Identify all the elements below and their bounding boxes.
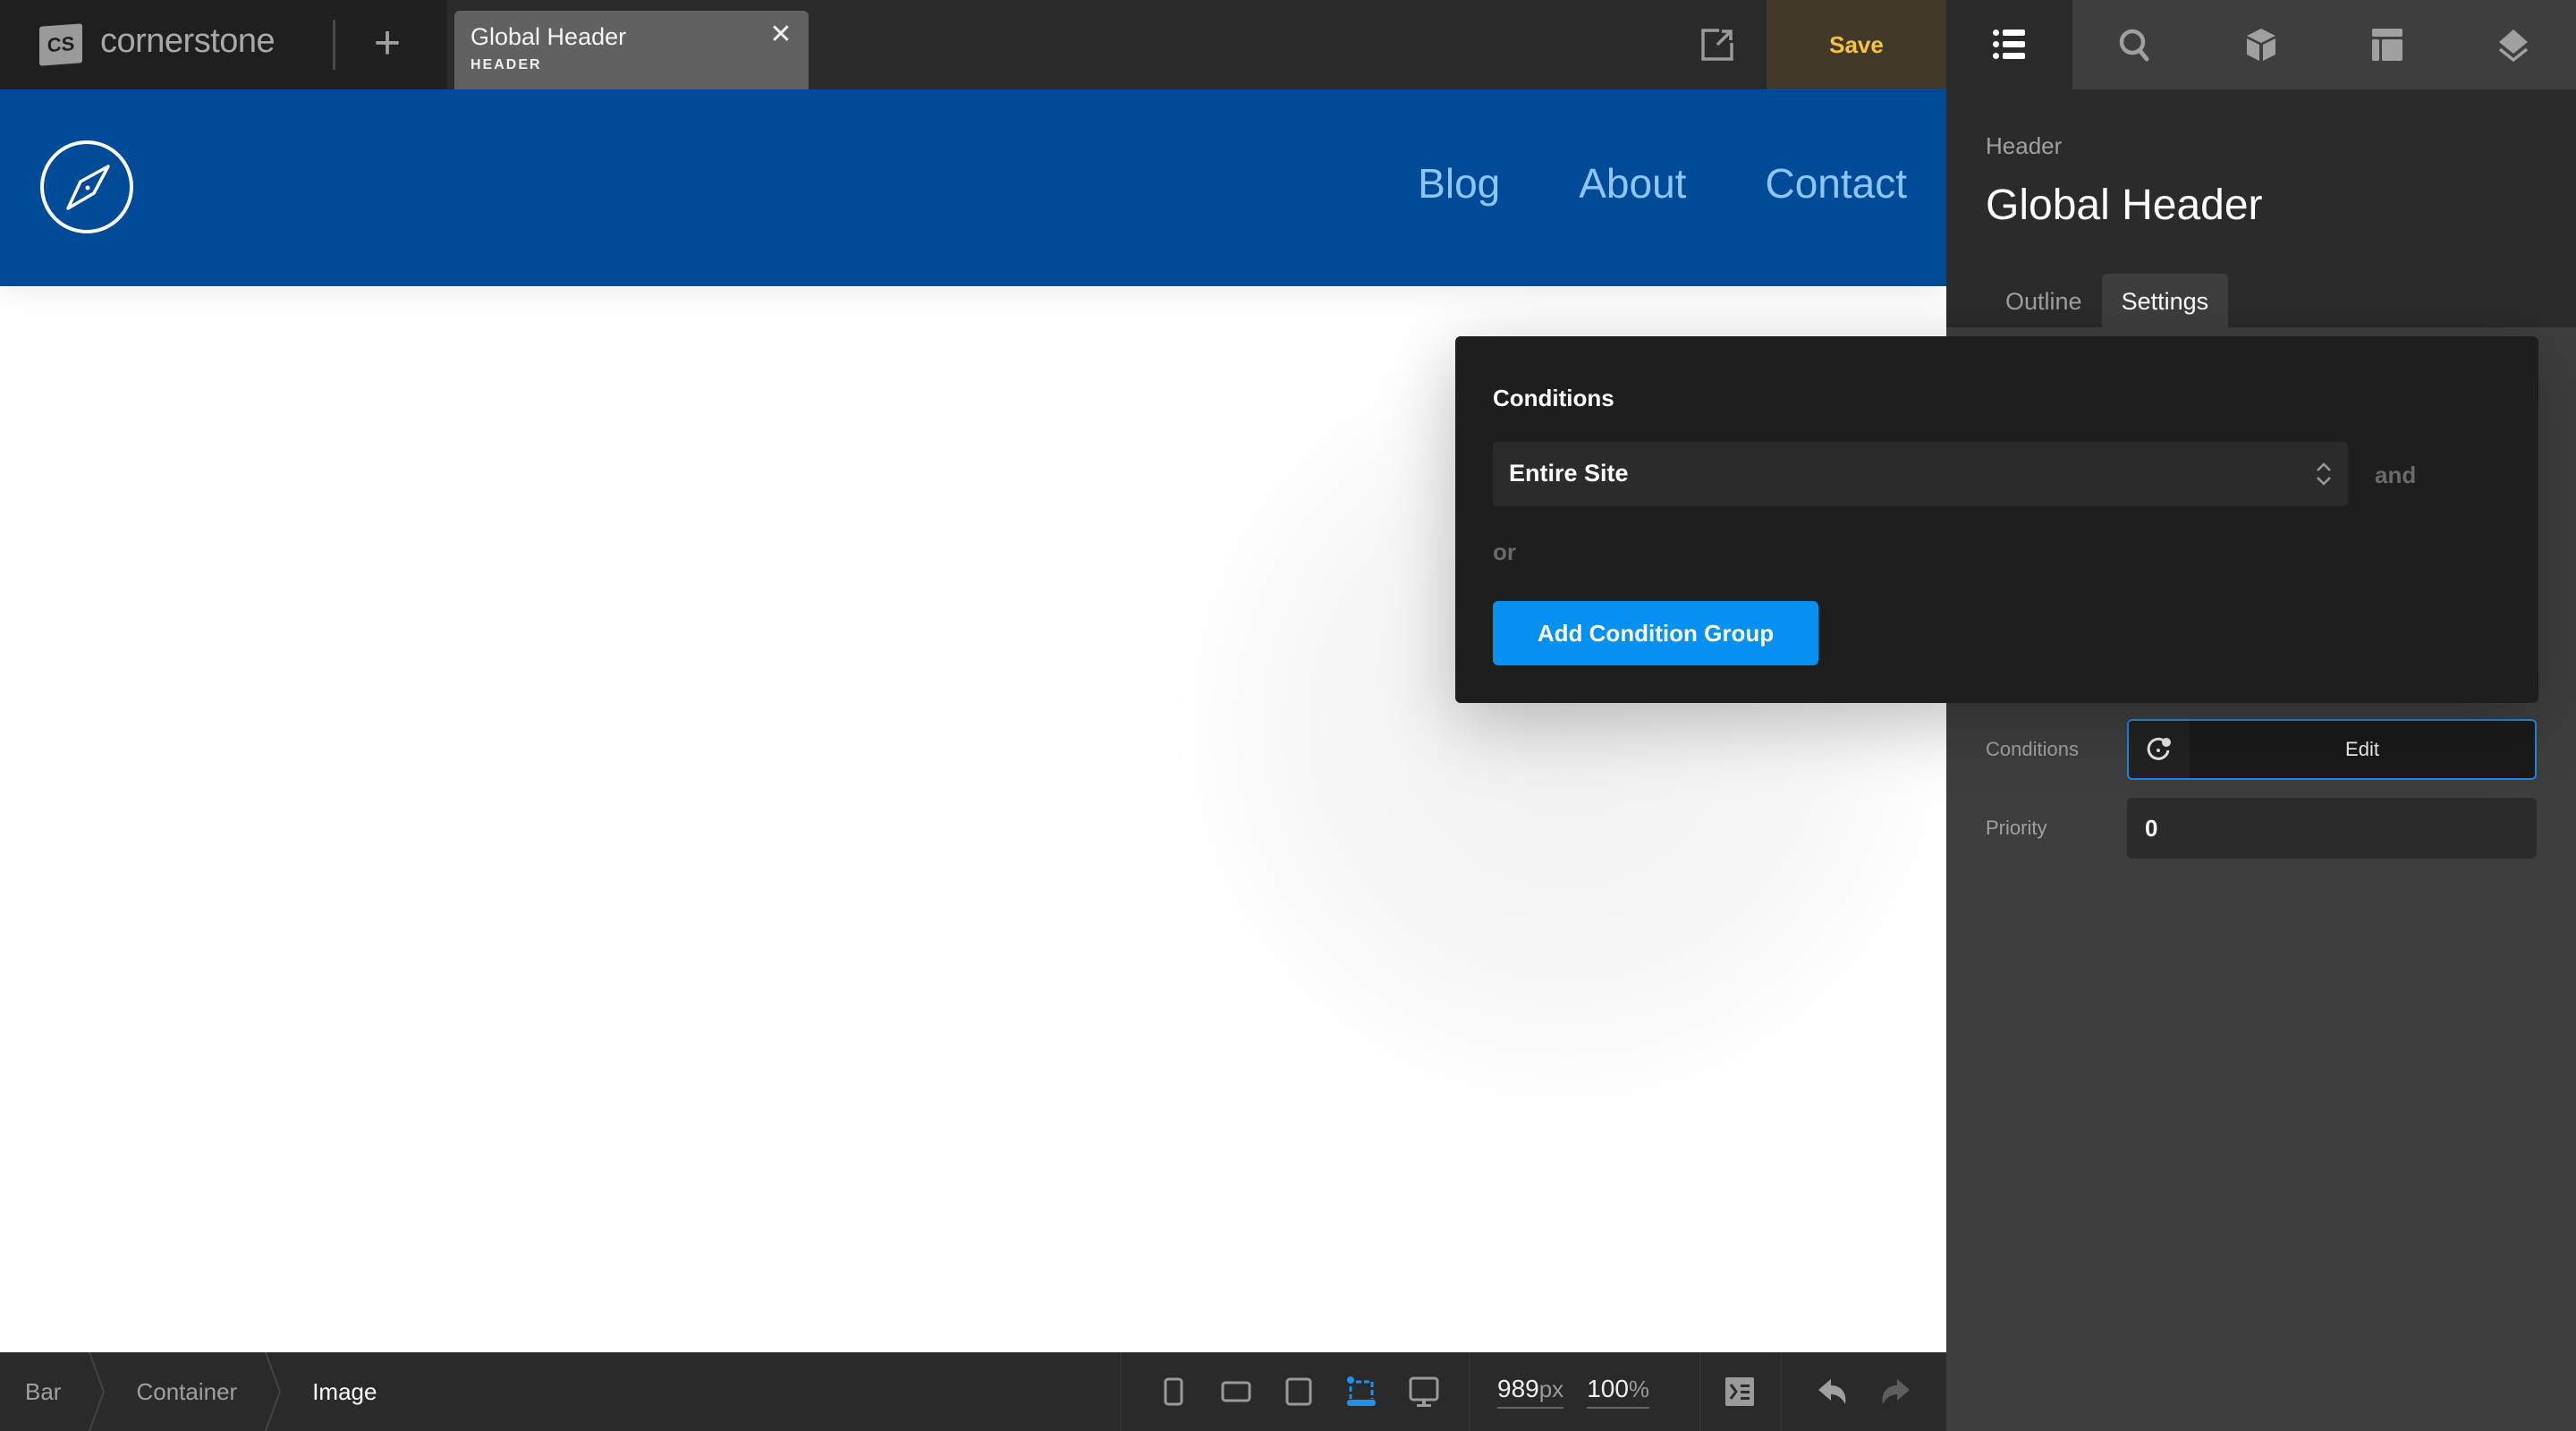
breadcrumb-separator — [265, 1352, 282, 1431]
top-bar: CS cornerstone + Global Header HEADER ✕ … — [0, 0, 1946, 89]
conditions-row: Conditions Edit — [1986, 719, 2537, 780]
brand-logo-icon[interactable]: CS — [39, 23, 82, 66]
brand-area: CS cornerstone + — [0, 0, 447, 89]
viewport-width-unit: px — [1538, 1376, 1564, 1402]
divider — [333, 20, 335, 70]
panel-tab-layers[interactable] — [2450, 0, 2576, 89]
nav-link-blog[interactable]: Blog — [1418, 159, 1500, 207]
device-desktop-button[interactable] — [1408, 1374, 1440, 1410]
chevron-up-down-icon — [2317, 462, 2331, 486]
device-switcher — [1120, 1352, 1440, 1431]
add-document-button[interactable]: + — [358, 18, 417, 72]
phone-portrait-icon — [1164, 1377, 1183, 1406]
document-tab-title: Global Header — [470, 23, 627, 50]
brand-name: cornerstone — [100, 22, 275, 60]
tab-settings[interactable]: Settings — [2101, 274, 2229, 329]
undo-icon[interactable] — [1817, 1376, 1849, 1408]
breadcrumb-item-bar[interactable]: Bar — [0, 1352, 88, 1431]
site-nav: Blog About Contact — [1418, 159, 1907, 207]
condition-select[interactable]: Entire Site — [1493, 442, 2348, 506]
breadcrumb-item-container[interactable]: Container — [109, 1352, 264, 1431]
breadcrumb-item-image[interactable]: Image — [285, 1352, 403, 1431]
desktop-icon — [1409, 1376, 1439, 1407]
viewport-width-field[interactable]: 989px — [1497, 1375, 1564, 1409]
tablet-icon — [1285, 1377, 1312, 1406]
search-icon — [2119, 29, 2149, 62]
viewport-width-value: 989 — [1497, 1375, 1539, 1402]
panel-tab-search[interactable] — [2072, 0, 2199, 89]
conditions-edit-label: Edit — [2345, 738, 2379, 760]
close-icon: ✕ — [769, 20, 792, 49]
phone-landscape-icon — [1221, 1381, 1251, 1402]
close-tab-button[interactable]: ✕ — [766, 20, 796, 50]
size-controls: 989px 100% — [1469, 1352, 1650, 1431]
popover-title: Conditions — [1493, 385, 1614, 411]
document-tab[interactable]: Global Header HEADER ✕ — [454, 11, 809, 89]
code-toggle-icon — [1725, 1377, 1754, 1406]
conditions-edit-button[interactable]: Edit — [2127, 719, 2537, 780]
element-title: Global Header — [1986, 182, 2263, 229]
device-laptop-button[interactable] — [1345, 1374, 1377, 1410]
inspector-tabs: Outline Settings — [1986, 274, 2229, 329]
toggle-code-button[interactable] — [1699, 1352, 1778, 1431]
zoom-unit: % — [1628, 1376, 1650, 1402]
or-label: or — [1493, 538, 1516, 565]
history-controls — [1780, 1352, 1946, 1431]
bottom-bar: Bar Container Image 989px 100% — [0, 1352, 1946, 1431]
conditions-label: Conditions — [1986, 738, 2079, 760]
conditions-popover: Conditions Entire Site and or Add Condit… — [1455, 336, 2538, 703]
panel-tab-bar — [1946, 0, 2576, 89]
panel-tab-layout[interactable] — [2324, 0, 2450, 89]
conditions-icon — [2147, 737, 2171, 760]
breadcrumb-separator — [89, 1352, 106, 1431]
device-tablet-button[interactable] — [1283, 1374, 1315, 1410]
redo-icon[interactable] — [1879, 1376, 1911, 1408]
outline-list-icon — [1993, 30, 2026, 59]
priority-input[interactable] — [2127, 798, 2537, 859]
add-condition-group-button[interactable]: Add Condition Group — [1493, 601, 1818, 665]
panel-tab-outline[interactable] — [1946, 0, 2072, 89]
elements-cube-icon — [2246, 29, 2275, 61]
conditions-icon-area — [2129, 721, 2190, 778]
zoom-value: 100 — [1587, 1375, 1629, 1402]
priority-label: Priority — [1986, 817, 2047, 839]
inspector-panel: Header Global Header Outline Settings Co… — [1946, 89, 2576, 1431]
compass-icon[interactable] — [39, 140, 134, 234]
document-tab-type: HEADER — [470, 57, 542, 72]
nav-link-about[interactable]: About — [1579, 159, 1686, 207]
condition-select-value: Entire Site — [1509, 460, 1629, 487]
zoom-field[interactable]: 100% — [1587, 1375, 1650, 1409]
preview-external-button[interactable] — [1699, 27, 1735, 63]
layout-icon — [2371, 29, 2402, 61]
priority-row: Priority — [1986, 798, 2537, 859]
preview-canvas[interactable]: Blog About Contact — [0, 89, 1946, 1352]
device-phone-landscape-button[interactable] — [1220, 1374, 1252, 1410]
inspector-header: Header Global Header Outline Settings — [1946, 89, 2576, 329]
device-phone-portrait-button[interactable] — [1157, 1374, 1190, 1410]
save-button[interactable]: Save — [1767, 0, 1946, 89]
site-header[interactable]: Blog About Contact — [0, 89, 1946, 286]
nav-link-contact[interactable]: Contact — [1765, 159, 1907, 207]
external-link-icon — [1701, 29, 1733, 61]
tab-outline[interactable]: Outline — [1986, 274, 2102, 329]
panel-tab-elements[interactable] — [2199, 0, 2325, 89]
breadcrumb: Bar Container Image — [0, 1352, 403, 1431]
laptop-icon — [1347, 1376, 1376, 1406]
element-type-label: Header — [1986, 132, 2063, 159]
and-label[interactable]: and — [2375, 461, 2416, 489]
layers-icon — [2498, 30, 2528, 63]
